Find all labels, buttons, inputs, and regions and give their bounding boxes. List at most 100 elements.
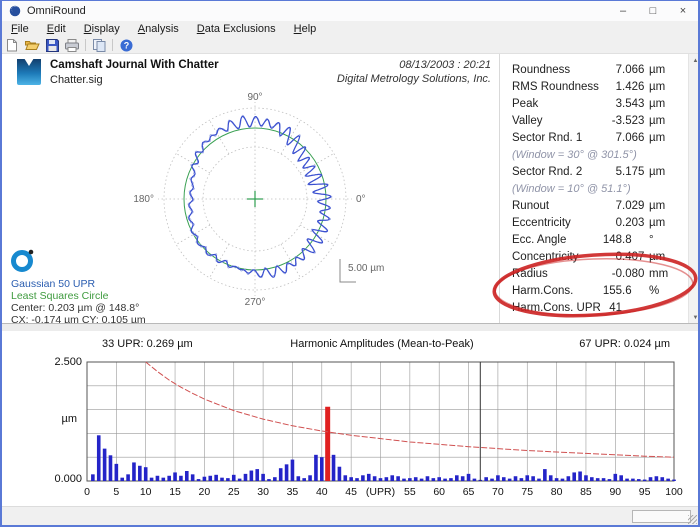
result-label: Eccentricity [512,217,571,229]
x-tick-label: 95 [639,486,651,498]
result-value-fraction: .066 [622,64,645,76]
status-bar [2,506,698,525]
result-row: Peak 3.543 µm [502,98,688,115]
harmonic-bar [179,475,183,481]
save-icon[interactable] [42,38,62,53]
harmonic-bar [490,478,494,481]
harmonic-bar [525,475,530,481]
resize-grip-icon[interactable] [688,515,697,524]
harmonic-bar [408,478,412,481]
result-unit: µm [649,251,666,263]
harmonic-bar [249,470,254,481]
result-value-fraction: .523 [622,115,645,127]
result-value-fraction: .175 [622,166,645,178]
harmonic-bar [173,472,177,481]
angle-label-90: 90° [247,92,262,103]
x-tick-label: 40 [316,486,328,498]
maximize-button[interactable]: □ [638,1,668,21]
menu-data-exclusions[interactable]: Data Exclusions [188,22,285,36]
harmonic-bar [290,459,295,481]
result-row: Harm.Cons. 155.6% [502,285,688,302]
harmonic-bars [91,406,676,481]
harmonic-bar [584,475,588,481]
minimize-button[interactable]: – [608,1,638,21]
angle-label-180: 180° [133,194,154,205]
result-unit: % [649,285,660,297]
harmonic-bar [108,455,113,481]
harmonic-bar [102,448,107,481]
measurement-datetime: 08/13/2003 : 20:21 [399,59,491,71]
harmonic-bar [231,474,236,481]
menu-edit[interactable]: Edit [38,22,75,36]
x-tick-label: 5 [113,486,119,498]
harmonic-bar [619,475,623,481]
x-tick-label: 20 [199,486,211,498]
harmonic-amplitudes-chart: 0 5 10 15 20 25 30 35 40 45 (UPR) 55 60 65 70 75 80 85 90 9… [84,361,683,498]
harmonic-bar [636,479,641,481]
result-unit: µm [649,81,666,93]
result-value-fraction: .203 [622,217,645,229]
harmonic-bar [214,474,218,481]
harmonic-bar [361,475,365,481]
result-value: -3 [611,115,622,127]
x-tick-label: 70 [492,486,504,498]
menu-analysis[interactable]: Analysis [129,22,188,36]
harmonic-bar [267,479,271,481]
harmonic-bar [331,454,336,481]
x-tick-label: (UPR) [366,486,395,498]
result-note-row: (Window = 10° @ 51.1°) [502,183,688,200]
harmonic-bar [572,472,577,481]
result-value: 7 [615,200,622,212]
result-value-fraction: .6 [622,285,632,297]
result-value: 41 [609,302,622,314]
harmonic-bar [155,475,160,481]
harmonic-bar [138,465,142,481]
harmonic-bar [660,477,665,481]
harmonic-bar [648,477,653,481]
harmonic-bar [607,479,612,481]
harmonic-bar [273,477,277,481]
result-label: Runout [512,200,550,212]
harmonic-bar [613,473,618,481]
result-value-fraction: .8 [622,234,632,246]
open-icon[interactable] [22,38,42,53]
result-note: (Window = 10° @ 51.1°) [512,183,631,195]
harmonic-bar [202,476,207,481]
result-unit: µm [649,132,666,144]
menu-display[interactable]: Display [75,22,129,36]
new-document-icon[interactable] [2,38,22,53]
scrollbar-up-icon[interactable]: ▲ [689,54,698,67]
harmonic-bar [590,477,594,481]
close-button[interactable]: × [668,1,698,21]
harmonic-bar [419,478,424,481]
harmonic-bar [278,468,283,481]
harmonic-bar [366,473,371,481]
harmonic-bar [343,475,348,481]
result-unit: µm [649,166,666,178]
result-value-fraction: .080 [622,268,645,280]
copy-icon[interactable] [89,38,109,53]
harmonic-readout-33: 33 UPR: 0.269 µm [102,338,193,350]
result-label: Roundness [512,64,571,76]
results-scrollbar[interactable]: ▲ ▼ [688,54,698,324]
harmonic-bar [578,471,582,481]
app-logo-icon [9,5,21,17]
help-icon[interactable]: ? [116,38,136,53]
harmonic-bar [460,476,465,481]
x-tick-label: 100 [665,486,683,498]
harmonic-bar [560,478,565,481]
harmonic-bar [601,478,606,481]
legend-reference: Least Squares Circle [11,290,109,302]
menu-help[interactable]: Help [285,22,326,36]
harmonic-bar [314,454,318,481]
menu-file[interactable]: File [2,22,38,36]
title-bar[interactable]: OmniRound – □ × [2,1,698,21]
harmonic-bar [507,478,512,481]
x-tick-label: 80 [551,486,563,498]
harmonic-bar [261,473,265,481]
print-icon[interactable] [62,38,82,53]
result-row: Roundness 7.066 µm [502,64,688,81]
result-row: Eccentricity 0.203 µm [502,217,688,234]
x-tick-label: 65 [463,486,475,498]
result-value: 3 [615,98,622,110]
